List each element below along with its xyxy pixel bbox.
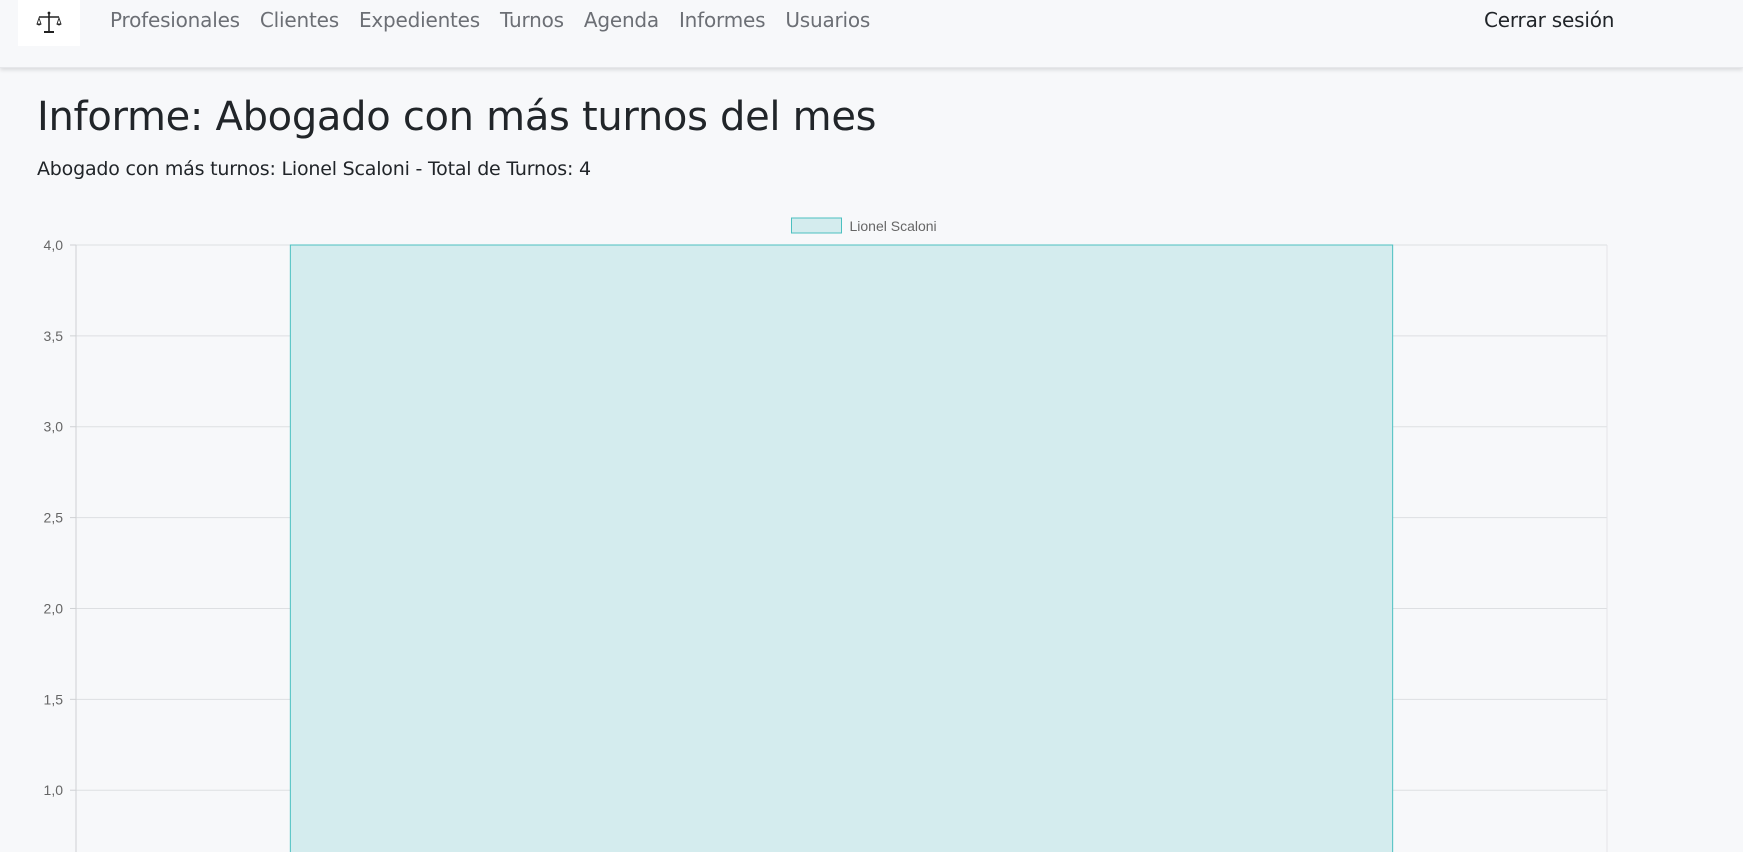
y-tick-label: 1,0 <box>44 782 64 798</box>
bar-0-0 <box>289 244 1394 852</box>
y-tick-label: 1,5 <box>44 691 64 707</box>
legend-label: Lionel Scaloni <box>850 218 937 234</box>
y-tick-label: 2,5 <box>44 510 64 526</box>
nav-item-turnos[interactable]: Turnos <box>500 8 564 32</box>
nav-item-usuarios[interactable]: Usuarios <box>785 8 870 32</box>
nav-item-profesionales[interactable]: Profesionales <box>110 8 240 32</box>
bar-chart: 4,0 3,5 3,0 2,5 2,0 1,5 1,0 Lionel Scaloni <box>44 217 1608 852</box>
report-summary: Abogado con más turnos: Lionel Scaloni -… <box>37 158 591 180</box>
y-tick-label: 3,5 <box>44 328 64 344</box>
legend-swatch <box>791 217 842 234</box>
y-tick-label: 4,0 <box>44 237 64 253</box>
nav-menu: Profesionales Clientes Expedientes Turno… <box>110 8 890 32</box>
nav-item-expedientes[interactable]: Expedientes <box>359 8 480 32</box>
logo[interactable] <box>18 0 80 46</box>
y-tick-label: 2,0 <box>44 600 64 616</box>
nav-item-informes[interactable]: Informes <box>679 8 766 32</box>
logout-button[interactable]: Cerrar sesión <box>1484 8 1614 32</box>
page-title: Informe: Abogado con más turnos del mes <box>37 94 877 140</box>
nav-item-agenda[interactable]: Agenda <box>584 8 659 32</box>
nav-item-clientes[interactable]: Clientes <box>260 8 339 32</box>
top-navbar: Profesionales Clientes Expedientes Turno… <box>0 0 1743 68</box>
y-tick-label: 3,0 <box>44 419 64 435</box>
scales-icon <box>36 11 62 33</box>
